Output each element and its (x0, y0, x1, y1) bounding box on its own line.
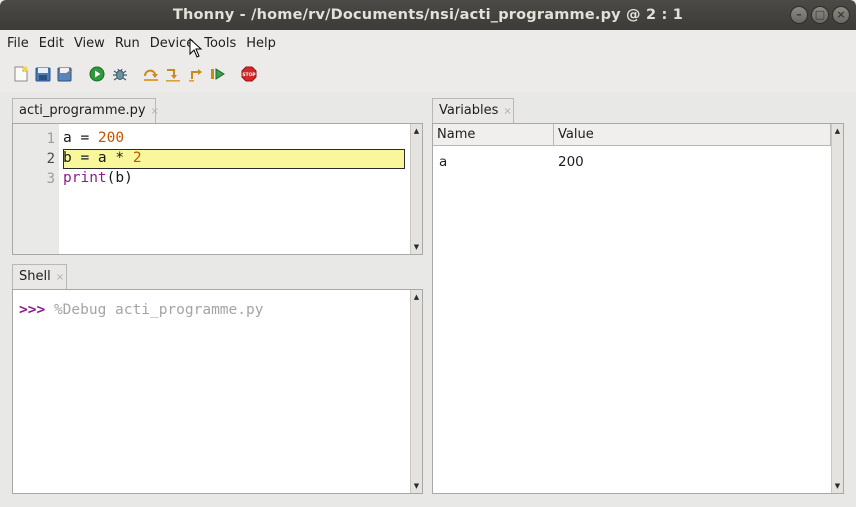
editor-tab-label: acti_programme.py (19, 103, 146, 118)
maximize-icon[interactable]: □ (811, 6, 829, 24)
variable-value-cell[interactable]: 200 (558, 154, 584, 170)
variables-panel[interactable]: Name Value a 200 ▲ ▼ (432, 123, 844, 494)
editor-scrollbar[interactable]: ▲ ▼ (410, 124, 422, 254)
shell-tab-label: Shell (19, 269, 51, 284)
stop-icon[interactable]: STOP (241, 66, 257, 82)
menu-file[interactable]: File (2, 30, 34, 58)
step-into-icon[interactable] (165, 66, 181, 82)
variables-scrollbar[interactable]: ▲ ▼ (831, 124, 843, 493)
menu-bar: File Edit View Run Device Tools Help (0, 30, 856, 58)
line-number: 2 (46, 151, 55, 167)
line-number-gutter: 1 2 3 (13, 124, 59, 254)
menu-tools[interactable]: Tools (199, 30, 241, 58)
step-over-icon[interactable] (143, 66, 159, 82)
scroll-down-icon[interactable]: ▼ (412, 242, 421, 252)
menu-view[interactable]: View (69, 30, 110, 58)
shell-scrollbar[interactable]: ▲ ▼ (410, 290, 422, 493)
column-header-value[interactable]: Value (554, 124, 831, 146)
scroll-down-icon[interactable]: ▼ (412, 481, 421, 491)
code-line-2[interactable]: b = a * 2 (63, 150, 142, 166)
column-header-name[interactable]: Name (433, 124, 554, 146)
new-file-icon[interactable] (13, 66, 29, 82)
line-number: 1 (46, 131, 55, 147)
shell-prompt: >>> (19, 302, 46, 318)
save-file-icon[interactable] (57, 66, 73, 82)
code-text: b = a * 2 (63, 150, 142, 166)
tab-variables[interactable]: Variables × (432, 98, 514, 123)
step-out-icon[interactable] (188, 66, 204, 82)
tab-editor[interactable]: acti_programme.py × (12, 98, 159, 123)
shell-line: >>> %Debug acti_programme.py (19, 302, 263, 318)
run-icon[interactable] (89, 66, 105, 82)
variable-name-cell[interactable]: a (439, 154, 447, 170)
window-controls: – □ × (790, 6, 850, 24)
toolbar: STOP (0, 58, 856, 92)
minimize-icon[interactable]: – (790, 6, 808, 24)
open-file-icon[interactable] (35, 66, 51, 82)
scroll-up-icon[interactable]: ▲ (833, 126, 842, 136)
variables-tab-label: Variables (439, 103, 499, 118)
close-tab-icon[interactable]: × (151, 106, 159, 117)
menu-run[interactable]: Run (110, 30, 145, 58)
window-title: Thonny - /home/rv/Documents/nsi/acti_pro… (172, 7, 684, 23)
resume-icon[interactable] (210, 66, 226, 82)
scroll-up-icon[interactable]: ▲ (412, 126, 421, 136)
line-number: 3 (46, 171, 55, 187)
menu-help[interactable]: Help (241, 30, 281, 58)
mouse-cursor-icon (189, 38, 203, 58)
close-icon[interactable]: × (832, 6, 850, 24)
close-tab-icon[interactable]: × (56, 272, 64, 283)
code-text: print(b) (63, 170, 133, 186)
code-text: a = 200 (63, 130, 125, 146)
code-line-3[interactable]: print(b) (63, 170, 133, 186)
svg-text:STOP: STOP (242, 72, 256, 78)
editor-panel[interactable]: 1 2 3 a = 200 b = a * 2 print(b) ▲ ▼ (12, 123, 423, 255)
shell-panel[interactable]: >>> %Debug acti_programme.py ▲ ▼ (12, 289, 423, 494)
scroll-up-icon[interactable]: ▲ (412, 292, 421, 302)
tab-shell[interactable]: Shell × (12, 264, 67, 289)
shell-command: %Debug acti_programme.py (53, 302, 264, 318)
close-tab-icon[interactable]: × (503, 106, 511, 117)
scroll-down-icon[interactable]: ▼ (833, 481, 842, 491)
menu-edit[interactable]: Edit (34, 30, 69, 58)
title-bar: Thonny - /home/rv/Documents/nsi/acti_pro… (0, 0, 856, 30)
debug-icon[interactable] (112, 66, 128, 82)
code-line-1[interactable]: a = 200 (63, 130, 124, 146)
